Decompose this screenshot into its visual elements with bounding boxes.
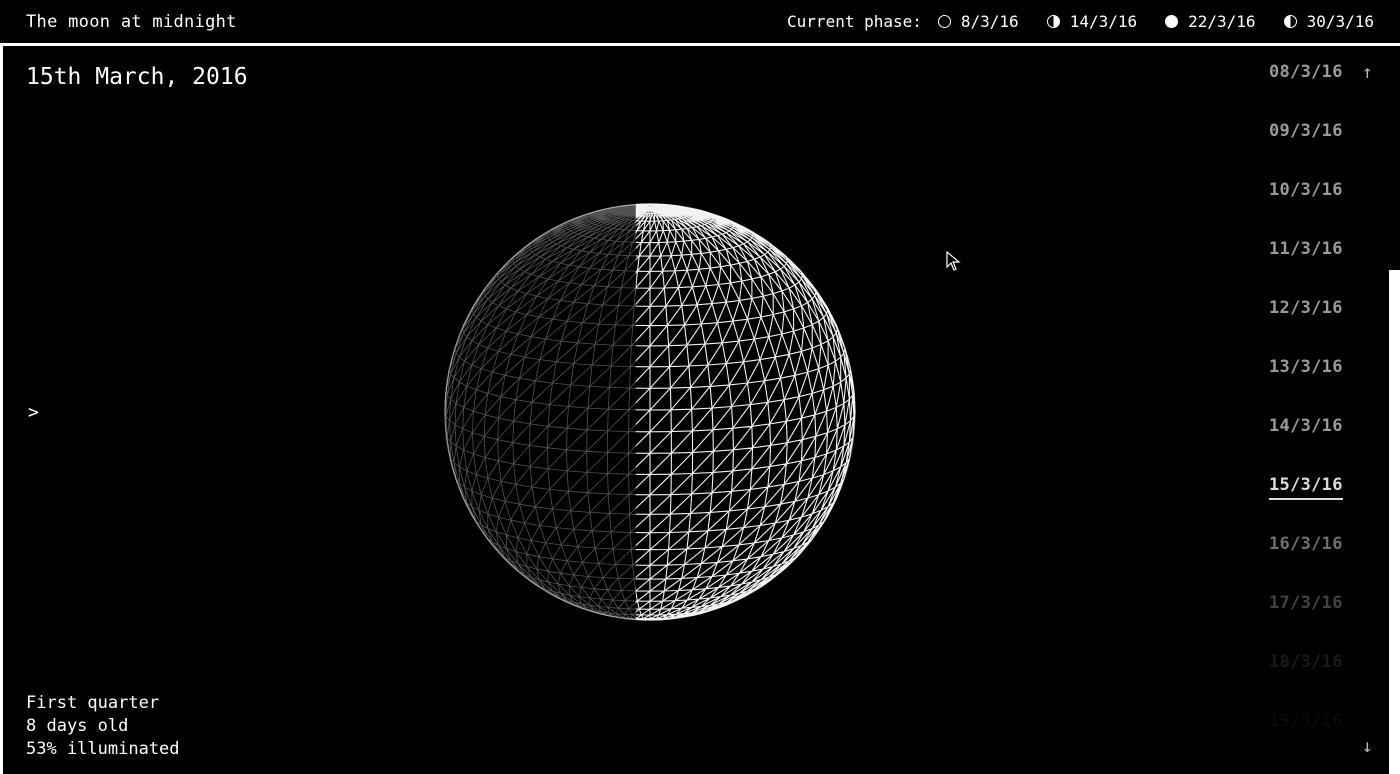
phase-link-last-quarter[interactable]: 30/3/16 (1283, 12, 1374, 31)
date-list-item[interactable]: 09/3/16 (1269, 121, 1359, 180)
moon-wireframe-sphere (444, 203, 856, 621)
date-list-item[interactable]: 19/3/16 (1269, 711, 1359, 770)
date-list-item[interactable]: 11/3/16 (1269, 239, 1359, 298)
phase-label: Current phase: (787, 12, 922, 31)
top-bar: The moon at midnight Current phase: 8/3/… (0, 0, 1400, 46)
date-list-item[interactable]: 12/3/16 (1269, 298, 1359, 357)
date-list-item[interactable]: 15/3/16 (1269, 475, 1359, 534)
mouse-cursor-icon (946, 251, 961, 271)
date-list-item[interactable]: 08/3/16 (1269, 62, 1359, 121)
date-list-item[interactable]: 10/3/16 (1269, 180, 1359, 239)
date-list: 08/3/16 09/3/16 10/3/16 11/3/16 12/3/16 13/3/… (1269, 62, 1359, 770)
moon-info: First quarter 8 days old 53% illuminated (26, 692, 180, 761)
phase-bar: Current phase: 8/3/16 14/3/16 22/3/16 30… (787, 12, 1374, 31)
phase-link-full-moon[interactable]: 22/3/16 (1165, 12, 1256, 31)
moon-age: 8 days old (26, 716, 129, 736)
date-list-item[interactable]: 14/3/16 (1269, 416, 1359, 475)
phase-date: 22/3/16 (1188, 12, 1256, 31)
scroll-up-arrow-icon[interactable]: ↑ (1362, 62, 1373, 83)
date-list-item[interactable]: 17/3/16 (1269, 593, 1359, 652)
date-list-item[interactable]: 18/3/16 (1269, 652, 1359, 711)
page-title: 15th March, 2016 (26, 64, 248, 90)
date-list-item[interactable]: 13/3/16 (1269, 357, 1359, 416)
phase-link-new-moon[interactable]: 8/3/16 (937, 12, 1019, 31)
illumination: 53% illuminated (26, 739, 180, 759)
phase-date: 14/3/16 (1069, 12, 1138, 31)
phase-date: 8/3/16 (960, 12, 1019, 31)
phase-link-first-quarter[interactable]: 14/3/16 (1046, 12, 1138, 31)
new-moon-icon (937, 15, 951, 28)
phase-name: First quarter (26, 693, 160, 713)
first-quarter-icon (1046, 15, 1060, 28)
scrollbar[interactable] (1389, 270, 1400, 774)
last-quarter-icon (1283, 15, 1297, 28)
full-moon-icon (1165, 15, 1179, 28)
app-title: The moon at midnight (26, 12, 237, 32)
expand-toggle[interactable]: > (28, 402, 39, 423)
phase-date: 30/3/16 (1306, 12, 1374, 31)
scroll-down-arrow-icon[interactable]: ↓ (1362, 736, 1373, 757)
date-list-item[interactable]: 16/3/16 (1269, 534, 1359, 593)
